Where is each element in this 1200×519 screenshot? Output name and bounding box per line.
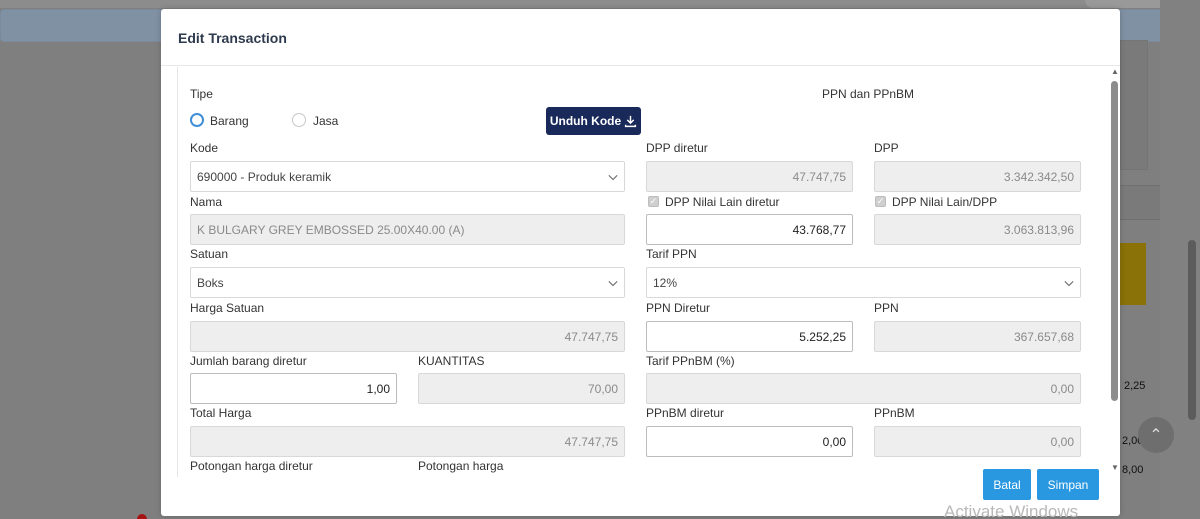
dpp-nilai-lain-field[interactable]: 3.063.813,96 bbox=[874, 214, 1081, 245]
jumlah-diretur-label: Jumlah barang diretur bbox=[190, 354, 307, 368]
modal-title: Edit Transaction bbox=[178, 30, 287, 46]
ppn-diretur-label: PPN Diretur bbox=[646, 301, 711, 315]
satuan-select[interactable]: Boks bbox=[190, 267, 625, 298]
dpp-nilai-lain-label: DPP Nilai Lain/DPP bbox=[892, 195, 998, 209]
background-topbar bbox=[0, 0, 1200, 8]
tarif-ppn-label: Tarif PPN bbox=[646, 247, 697, 261]
scroll-up-arrow-icon[interactable]: ▲ bbox=[1111, 67, 1119, 76]
background-card-row bbox=[1120, 185, 1160, 220]
background-value: 2,25 bbox=[1124, 380, 1146, 392]
ppnbm-diretur-input[interactable]: 0,00 bbox=[646, 426, 853, 457]
nama-label: Nama bbox=[190, 195, 223, 209]
edit-transaction-modal: Edit Transaction Tipe Barang Jasa Unduh … bbox=[161, 9, 1120, 516]
modal-scrollbar-thumb[interactable] bbox=[1111, 81, 1118, 401]
chevron-down-icon bbox=[608, 174, 618, 180]
total-harga-field[interactable]: 47.747,75 bbox=[190, 426, 625, 457]
ppnbm-label: PPnBM bbox=[874, 406, 915, 420]
dpp-diretur-label: DPP diretur bbox=[646, 141, 708, 155]
background-chart-block bbox=[1120, 243, 1146, 305]
dpp-nilai-lain-diretur-checkbox[interactable]: ✓ bbox=[648, 196, 659, 207]
dpp-nilai-lain-checkbox[interactable]: ✓ bbox=[875, 196, 886, 207]
ppn-field[interactable]: 367.657,68 bbox=[874, 321, 1081, 352]
cancel-button[interactable]: Batal bbox=[983, 469, 1031, 500]
background-value: 8,00 bbox=[1122, 464, 1144, 476]
unduh-kode-label: Unduh Kode bbox=[549, 114, 622, 128]
potongan-diretur-label: Potongan harga diretur bbox=[190, 459, 313, 473]
ppn-label: PPN bbox=[874, 301, 899, 315]
background-card bbox=[1120, 40, 1148, 170]
radio-jasa[interactable] bbox=[292, 113, 306, 127]
satuan-select-value: Boks bbox=[197, 275, 224, 290]
ppnbm-diretur-label: PPnBM diretur bbox=[646, 406, 725, 420]
kode-select[interactable]: 690000 - Produk keramik bbox=[190, 161, 625, 192]
tarif-ppnbm-field[interactable]: 0,00 bbox=[646, 373, 1081, 404]
page-scrollbar[interactable] bbox=[1188, 240, 1196, 420]
download-icon bbox=[625, 115, 637, 127]
dpp-field[interactable]: 3.342.342,50 bbox=[874, 161, 1081, 192]
activate-windows-watermark: Activate Windows bbox=[944, 502, 1079, 519]
scroll-down-arrow-icon[interactable]: ▼ bbox=[1111, 463, 1119, 472]
tarif-ppnbm-label: Tarif PPnBM (%) bbox=[646, 354, 735, 368]
unduh-kode-button[interactable]: Unduh Kode bbox=[546, 107, 641, 135]
dpp-label: DPP bbox=[874, 141, 899, 155]
jumlah-diretur-input[interactable]: 1,00 bbox=[190, 373, 397, 404]
potongan-label: Potongan harga bbox=[418, 459, 504, 473]
harga-satuan-label: Harga Satuan bbox=[190, 301, 265, 315]
radio-barang[interactable] bbox=[190, 113, 204, 127]
kode-select-value: 690000 - Produk keramik bbox=[197, 169, 332, 184]
save-button[interactable]: Simpan bbox=[1037, 469, 1099, 500]
modal-divider bbox=[161, 65, 1120, 66]
chevron-up-icon: ⌃ bbox=[1149, 427, 1163, 444]
satuan-label: Satuan bbox=[190, 247, 229, 261]
kode-label: Kode bbox=[190, 141, 219, 155]
harga-satuan-field[interactable]: 47.747,75 bbox=[190, 321, 625, 352]
radio-jasa-label[interactable]: Jasa bbox=[313, 114, 338, 128]
notification-dot bbox=[137, 514, 147, 519]
ppnbm-field[interactable]: 0,00 bbox=[874, 426, 1081, 457]
scroll-top-button[interactable]: ⌃ bbox=[1138, 417, 1174, 453]
ppn-diretur-input[interactable]: 5.252,25 bbox=[646, 321, 853, 352]
total-harga-label: Total Harga bbox=[190, 406, 252, 420]
ppn-section-title: PPN dan PPnBM bbox=[822, 87, 915, 101]
form-scroll-area: Tipe Barang Jasa Unduh Kode Kode 690000 … bbox=[177, 67, 1117, 477]
nama-field[interactable]: K BULGARY GREY EMBOSSED 25.00X40.00 (A) bbox=[190, 214, 625, 245]
chevron-down-icon bbox=[1064, 280, 1074, 286]
tarif-ppn-select-value: 12% bbox=[653, 275, 678, 290]
tarif-ppn-select[interactable]: 12% bbox=[646, 267, 1081, 298]
kuantitas-field[interactable]: 70,00 bbox=[418, 373, 625, 404]
tipe-label: Tipe bbox=[190, 87, 213, 101]
dpp-nilai-lain-diretur-input[interactable]: 43.768,77 bbox=[646, 214, 853, 245]
dpp-diretur-field[interactable]: 47.747,75 bbox=[646, 161, 853, 192]
modal-scrollbar[interactable]: ▲ ▼ bbox=[1109, 67, 1121, 477]
kuantitas-label: KUANTITAS bbox=[418, 354, 485, 368]
dpp-nilai-lain-diretur-label: DPP Nilai Lain diretur bbox=[665, 195, 780, 209]
chevron-down-icon bbox=[608, 280, 618, 286]
radio-barang-label[interactable]: Barang bbox=[210, 114, 249, 128]
